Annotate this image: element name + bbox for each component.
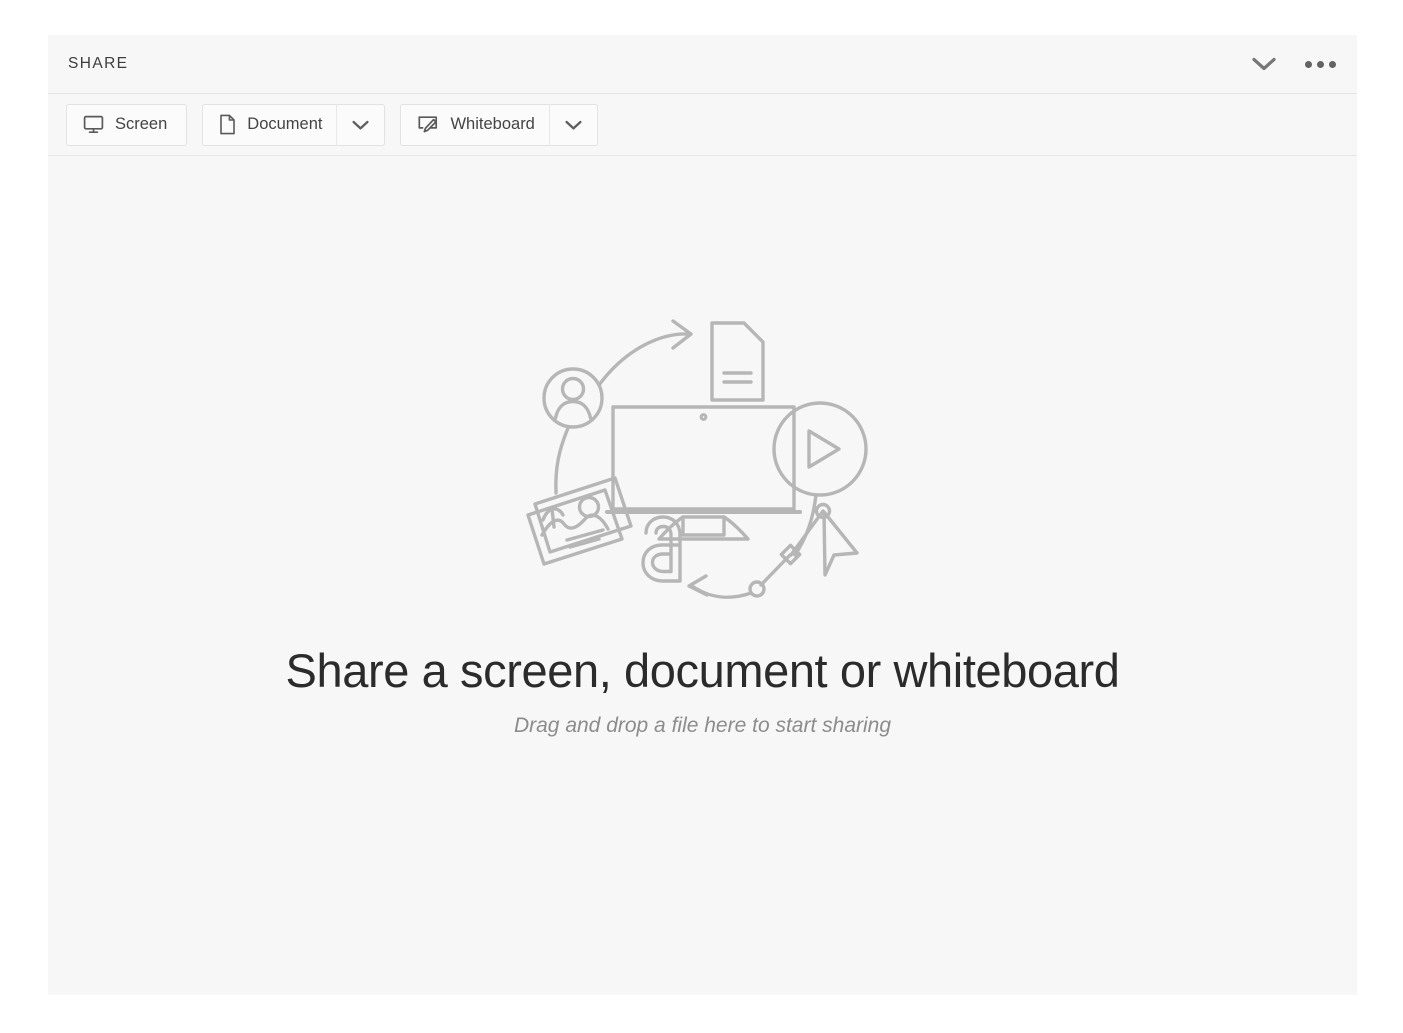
collapse-panel-button[interactable] xyxy=(1249,49,1279,79)
panel-header: SHARE xyxy=(48,35,1357,94)
empty-state-title: Share a screen, document or whiteboard xyxy=(286,645,1120,697)
chevron-down-icon xyxy=(564,119,583,131)
empty-state-subtitle: Drag and drop a file here to start shari… xyxy=(514,714,891,738)
app-root: SHARE xyxy=(0,0,1403,1033)
document-icon xyxy=(219,114,236,135)
header-actions xyxy=(1249,49,1335,79)
share-drop-zone[interactable]: Share a screen, document or whiteboard D… xyxy=(48,156,1357,995)
share-collaboration-illustration xyxy=(523,307,883,637)
monitor-icon xyxy=(83,115,104,134)
share-screen-button[interactable]: Screen xyxy=(66,104,187,146)
whiteboard-pencil-icon xyxy=(417,115,439,135)
share-panel: SHARE xyxy=(48,35,1357,995)
more-horizontal-icon xyxy=(1305,61,1336,68)
share-toolbar: Screen Document xyxy=(48,94,1357,156)
share-document-label: Document xyxy=(247,115,322,134)
share-screen-group: Screen xyxy=(66,104,187,146)
share-whiteboard-group: Whiteboard xyxy=(400,104,597,146)
chevron-down-icon xyxy=(1251,56,1277,72)
share-whiteboard-dropdown-button[interactable] xyxy=(549,104,598,146)
share-whiteboard-label: Whiteboard xyxy=(450,115,534,134)
more-options-button[interactable] xyxy=(1305,49,1335,79)
chevron-down-icon xyxy=(351,119,370,131)
share-document-group: Document xyxy=(202,104,385,146)
page-title: SHARE xyxy=(68,55,128,73)
share-document-button[interactable]: Document xyxy=(202,104,336,146)
share-document-dropdown-button[interactable] xyxy=(336,104,385,146)
share-whiteboard-button[interactable]: Whiteboard xyxy=(400,104,548,146)
share-screen-label: Screen xyxy=(115,115,167,134)
